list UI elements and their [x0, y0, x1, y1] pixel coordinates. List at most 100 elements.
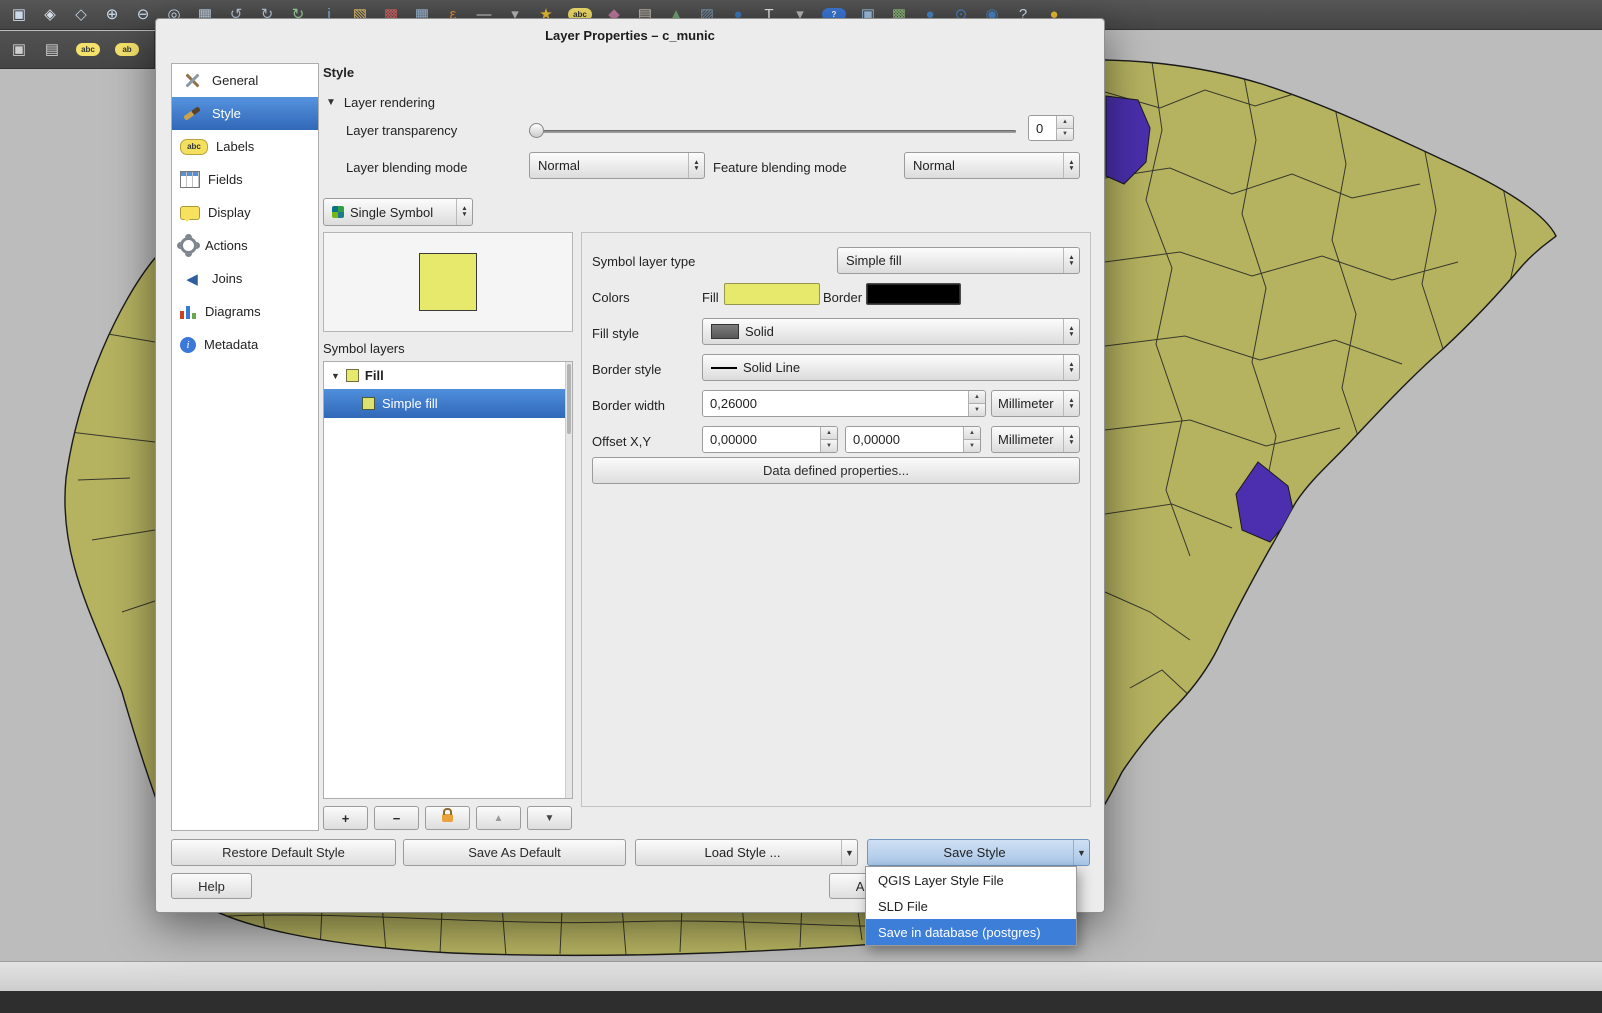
offset-x-spinbox[interactable]: 0,00000 ▲▼	[702, 426, 838, 453]
dialog-sidebar: General Style Labels Fields Display Acti…	[171, 63, 319, 831]
border-width-spinbox[interactable]: 0,26000 ▲▼	[702, 390, 986, 417]
spin-arrows[interactable]: ▲▼	[963, 427, 980, 452]
layer-rendering-collapse[interactable]: ▼ Layer rendering	[326, 95, 435, 110]
add-symbol-layer-button[interactable]: +	[323, 806, 368, 830]
symbol-layer-type-label: Symbol layer type	[592, 254, 695, 269]
symbol-preview-swatch	[419, 253, 477, 311]
spin-arrows[interactable]: ▲▼	[968, 391, 985, 416]
combo-arrows-icon: ▲▼	[1063, 153, 1079, 178]
menu-item-sld-file[interactable]: SLD File	[866, 893, 1076, 919]
load-style-button[interactable]: Load Style ... ▼	[635, 839, 858, 866]
tree-scrollbar[interactable]	[565, 362, 572, 798]
fill-style-label: Fill style	[592, 326, 639, 341]
save-as-default-button[interactable]: Save As Default	[403, 839, 626, 866]
label-abc-icon[interactable]: abc	[76, 43, 100, 56]
tree-item-simple-fill[interactable]: Simple fill	[324, 389, 572, 418]
tree-item-label: Simple fill	[382, 396, 438, 411]
symbology-icon	[332, 206, 344, 218]
style-panel-header: Style	[323, 65, 354, 80]
fill-color-swatch[interactable]	[724, 283, 820, 305]
combo-arrows-icon: ▲▼	[688, 153, 704, 178]
symbol-layer-type-combo[interactable]: Simple fill ▲▼	[837, 247, 1080, 274]
fill-swatch-icon	[346, 369, 359, 382]
sidebar-item-style[interactable]: Style	[172, 97, 318, 130]
data-defined-properties-button[interactable]: Data defined properties...	[592, 457, 1080, 484]
dropdown-arrow-icon: ▼	[1073, 840, 1089, 865]
symbol-preview-panel	[323, 232, 573, 332]
paste-style-icon[interactable]: ▣	[10, 40, 28, 60]
colors-label: Colors	[592, 290, 630, 305]
blending-mode-label: Layer blending mode	[346, 160, 467, 175]
collapse-triangle-icon: ▼	[326, 97, 336, 108]
tree-item-label: Fill	[365, 368, 384, 383]
label-pin-icon[interactable]: ab	[115, 43, 139, 56]
blending-mode-value: Normal	[530, 158, 580, 173]
save-style-button[interactable]: Save Style ▼	[867, 839, 1090, 866]
save-style-menu: QGIS Layer Style File SLD File Save in d…	[865, 866, 1077, 946]
offset-y-spinbox[interactable]: 0,00000 ▲▼	[845, 426, 981, 453]
sidebar-item-fields[interactable]: Fields	[172, 163, 318, 196]
border-color-swatch[interactable]	[866, 283, 961, 305]
simple-fill-swatch-icon	[362, 397, 375, 410]
join-arrow-icon	[180, 268, 204, 290]
fill-style-combo[interactable]: Solid ▲▼	[702, 318, 1080, 345]
move-layer-up-button[interactable]: ▲	[476, 806, 521, 830]
sidebar-item-label: Labels	[216, 139, 254, 154]
save-style-label: Save Style	[868, 845, 1073, 860]
sidebar-item-actions[interactable]: Actions	[172, 229, 318, 262]
copy-style-icon[interactable]: ▤	[43, 40, 61, 60]
sidebar-item-label: Display	[208, 205, 251, 220]
help-button[interactable]: Help	[171, 873, 252, 899]
zoom-box-icon[interactable]: ▣	[10, 5, 28, 25]
pan-map-icon[interactable]: ◈	[41, 5, 59, 25]
sidebar-item-label: Metadata	[204, 337, 258, 352]
symbol-layer-properties-panel: Symbol layer type Simple fill ▲▼ Colors …	[581, 232, 1091, 807]
border-color-label: Border	[823, 290, 862, 305]
remove-symbol-layer-button[interactable]: −	[374, 806, 419, 830]
load-style-label: Load Style ...	[636, 845, 841, 860]
sidebar-item-labels[interactable]: Labels	[172, 130, 318, 163]
combo-arrows-icon: ▲▼	[456, 199, 472, 225]
transparency-slider[interactable]	[529, 123, 1016, 139]
layer-rendering-label: Layer rendering	[344, 95, 435, 110]
zoom-out-icon[interactable]: ⊖	[134, 5, 152, 25]
combo-arrows-icon: ▲▼	[1063, 391, 1079, 416]
border-style-label: Border style	[592, 362, 661, 377]
sidebar-item-diagrams[interactable]: Diagrams	[172, 295, 318, 328]
offset-x-value: 0,00000	[703, 427, 820, 452]
combo-arrows-icon: ▲▼	[1063, 355, 1079, 380]
toolbar-secondary: ▣ ▤ abc ab	[0, 31, 155, 69]
offset-unit-combo[interactable]: Millimeter ▲▼	[991, 426, 1080, 453]
feature-blending-combo[interactable]: Normal ▲▼	[904, 152, 1080, 179]
tools-icon	[180, 70, 204, 92]
lock-symbol-layer-button[interactable]	[425, 806, 470, 830]
move-layer-down-button[interactable]: ▼	[527, 806, 572, 830]
renderer-type-combo[interactable]: Single Symbol ▲▼	[323, 198, 473, 226]
sidebar-item-joins[interactable]: Joins	[172, 262, 318, 295]
tree-item-fill[interactable]: ▼ Fill	[324, 362, 572, 389]
sidebar-item-label: General	[212, 73, 258, 88]
menu-item-save-in-database[interactable]: Save in database (postgres)	[866, 919, 1076, 945]
qgis-window: ▣◈◇⊕⊖◎▦↺↻↻i▧▩▦ε—▾★abc◆▤▲▨●T▾?▣▩●⊙◉?● ▣▤a…	[0, 0, 1602, 1013]
pan-selection-icon[interactable]: ◇	[72, 5, 90, 25]
sidebar-item-display[interactable]: Display	[172, 196, 318, 229]
sidebar-item-label: Actions	[205, 238, 248, 253]
data-defined-properties-label: Data defined properties...	[763, 463, 909, 478]
border-width-unit-combo[interactable]: Millimeter ▲▼	[991, 390, 1080, 417]
zoom-in-icon[interactable]: ⊕	[103, 5, 121, 25]
sidebar-item-label: Joins	[212, 271, 242, 286]
tree-expand-icon[interactable]: ▼	[331, 371, 340, 381]
restore-default-style-button[interactable]: Restore Default Style	[171, 839, 396, 866]
save-as-default-label: Save As Default	[468, 845, 561, 860]
spin-arrows[interactable]: ▲▼	[820, 427, 837, 452]
transparency-label: Layer transparency	[346, 123, 457, 138]
dialog-title: Layer Properties – c_munic	[156, 28, 1104, 43]
border-style-combo[interactable]: Solid Line ▲▼	[702, 354, 1080, 381]
menu-item-qgis-style-file[interactable]: QGIS Layer Style File	[866, 867, 1076, 893]
spin-arrows[interactable]: ▲▼	[1056, 116, 1073, 140]
slider-handle[interactable]	[529, 123, 544, 138]
sidebar-item-metadata[interactable]: Metadata	[172, 328, 318, 361]
blending-mode-combo[interactable]: Normal ▲▼	[529, 152, 705, 179]
transparency-spinbox[interactable]: 0 ▲▼	[1028, 115, 1074, 141]
sidebar-item-general[interactable]: General	[172, 64, 318, 97]
